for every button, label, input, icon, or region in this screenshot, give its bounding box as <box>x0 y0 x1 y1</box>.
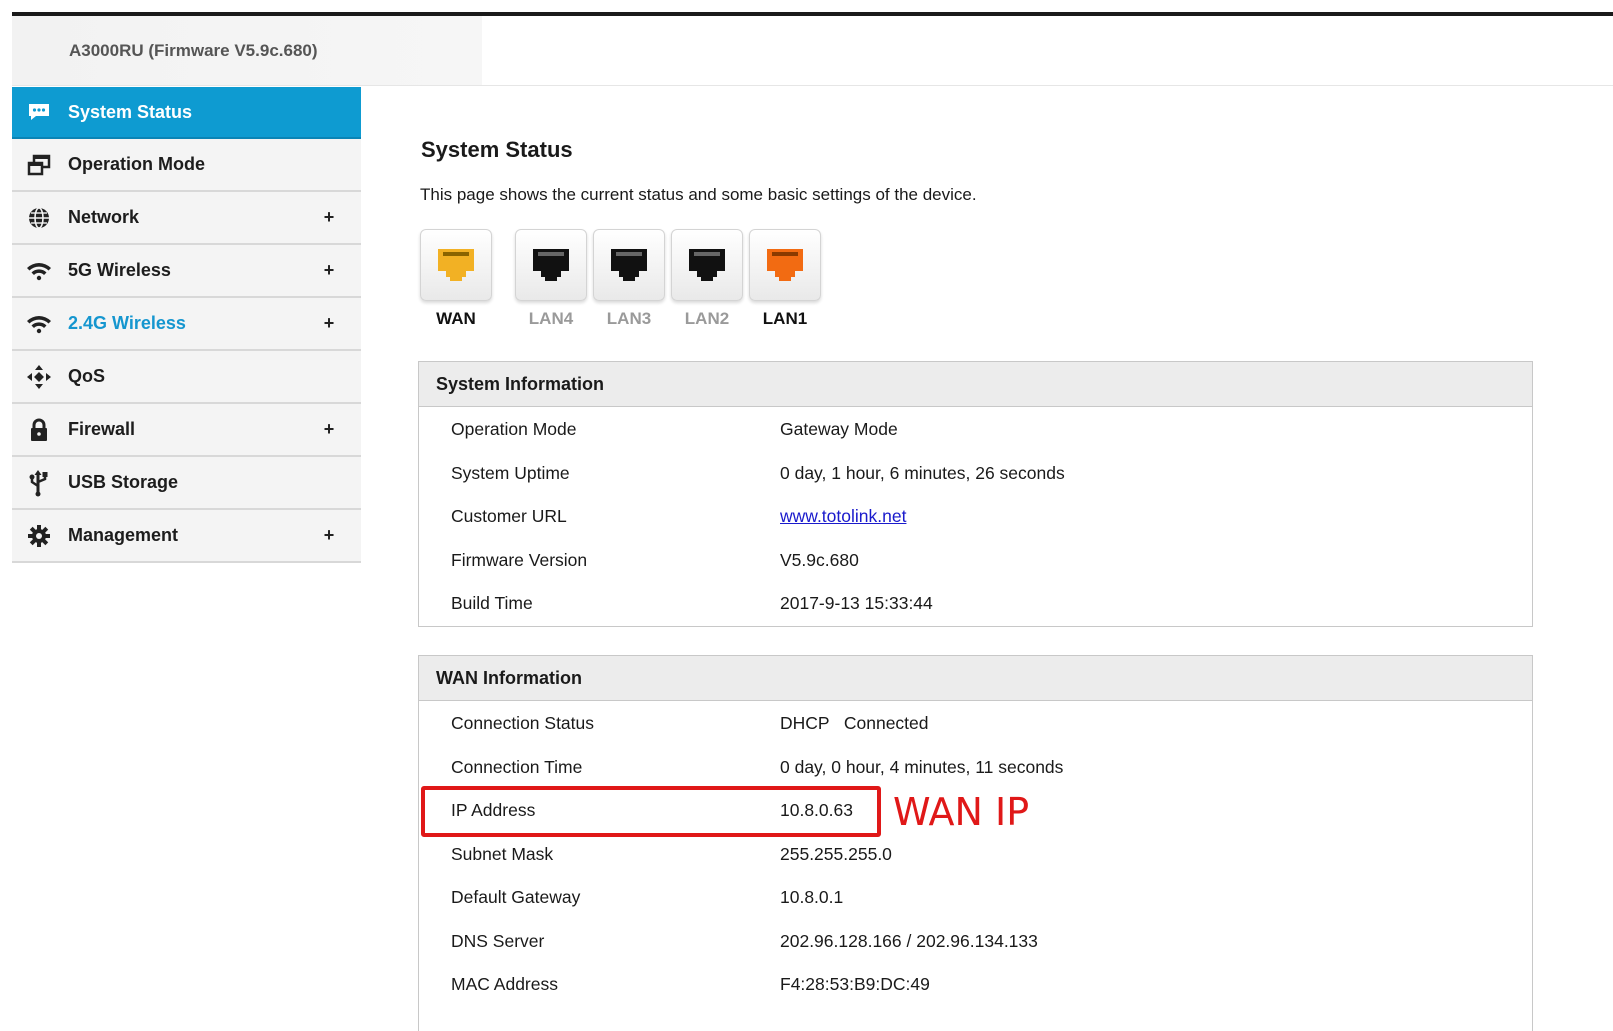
port-label-wan: WAN <box>436 309 476 328</box>
expand-plus-icon[interactable]: + <box>321 525 337 546</box>
row-label: MAC Address <box>451 974 558 994</box>
row-value: Gateway Mode <box>780 419 898 439</box>
section-heading: WAN Information <box>419 656 1532 701</box>
chat-icon <box>26 99 52 125</box>
table-row: DNS Server 202.96.128.166 / 202.96.134.1… <box>419 919 1532 963</box>
ethernet-port-icon <box>420 229 492 301</box>
row-label: Firmware Version <box>451 549 588 570</box>
expand-plus-icon[interactable]: + <box>321 419 337 440</box>
globe-icon <box>26 205 52 231</box>
table-row: Default Gateway 10.8.0.1 <box>419 875 1532 919</box>
sidebar-item-label: Management <box>68 525 179 545</box>
wifi-icon <box>26 258 52 284</box>
sidebar-menu: System Status Operation Mode Network + 5… <box>12 87 361 563</box>
sidebar-item-label: USB Storage <box>68 472 179 492</box>
windows-icon <box>26 152 52 178</box>
ethernet-port-icon <box>593 229 665 301</box>
table-row: Connection Status DHCP Connected <box>419 701 1532 745</box>
gear-icon <box>26 523 52 549</box>
port-label-lan2: LAN2 <box>684 309 730 328</box>
qos-arrows-icon <box>26 364 52 390</box>
router-admin-page: A3000RU (Firmware V5.9c.680) System Stat… <box>0 0 1613 1031</box>
row-value: 10.8.0.1 <box>780 887 844 907</box>
table-row: Firmware Version V5.9c.680 <box>419 538 1532 582</box>
sidebar-item-qos[interactable]: QoS <box>12 351 361 404</box>
row-value: 0 day, 0 hour, 4 minutes, 11 seconds <box>780 756 1064 777</box>
customer-url-link[interactable]: www.totolink.net <box>780 506 906 526</box>
port-label-lan1: LAN1 <box>762 309 808 328</box>
sidebar-item-label: Firewall <box>68 419 136 439</box>
usb-icon <box>26 469 52 496</box>
device-firmware-title: A3000RU (Firmware V5.9c.680) <box>69 41 318 60</box>
port-label-lan3: LAN3 <box>606 309 652 328</box>
ethernet-port-icon <box>515 229 587 301</box>
sidebar-item-label: System Status <box>68 101 193 122</box>
expand-plus-icon[interactable]: + <box>321 313 337 334</box>
row-label: Subnet Mask <box>451 843 554 864</box>
row-value: DHCP Connected <box>780 713 929 733</box>
port-label-lan4: LAN4 <box>528 309 574 328</box>
expand-plus-icon[interactable]: + <box>321 207 337 228</box>
wan-information-panel: WAN Information Connection Status DHCP C… <box>418 655 1533 1031</box>
sidebar-item-24g-wireless[interactable]: 2.4G Wireless + <box>12 298 361 351</box>
sidebar-item-label: 5G Wireless <box>68 260 171 280</box>
row-label: Connection Status <box>451 713 595 733</box>
row-label: DNS Server <box>451 930 545 951</box>
port-status-panel: WAN LAN4 LAN3 LAN2 LAN1 <box>420 229 840 339</box>
sidebar-item-label: Network <box>68 207 140 227</box>
system-information-panel: System Information Operation Mode Gatewa… <box>418 361 1533 627</box>
section-heading: System Information <box>419 362 1532 407</box>
row-value: 202.96.128.166 / 202.96.134.133 <box>780 930 1038 951</box>
table-row: System Uptime 0 day, 1 hour, 6 minutes, … <box>419 451 1532 495</box>
table-row: MAC Address F4:28:53:B9:DC:49 <box>419 962 1532 1006</box>
page-title: System Status <box>421 137 573 162</box>
sidebar-item-management[interactable]: Management + <box>12 510 361 563</box>
row-value: F4:28:53:B9:DC:49 <box>780 974 930 994</box>
row-value: V5.9c.680 <box>780 549 859 570</box>
row-label: Customer URL <box>451 506 567 526</box>
sidebar-item-system-status[interactable]: System Status <box>12 87 361 139</box>
row-value: 0 day, 1 hour, 6 minutes, 26 seconds <box>780 462 1065 483</box>
ethernet-port-icon <box>749 229 821 301</box>
row-value: 255.255.255.0 <box>780 843 892 864</box>
lock-icon <box>26 417 52 443</box>
sidebar-item-label: QoS <box>68 366 106 386</box>
sidebar-item-firewall[interactable]: Firewall + <box>12 404 361 457</box>
sidebar-item-label: Operation Mode <box>68 154 206 174</box>
row-label: System Uptime <box>451 462 570 483</box>
row-label: Default Gateway <box>451 887 581 907</box>
table-row: Subnet Mask 255.255.255.0 <box>419 832 1532 876</box>
table-row: Customer URL www.totolink.net <box>419 494 1532 538</box>
row-label: Connection Time <box>451 756 583 777</box>
row-value: 2017-9-13 15:33:44 <box>780 593 933 613</box>
row-label: Build Time <box>451 593 533 613</box>
expand-plus-icon[interactable]: + <box>321 260 337 281</box>
sidebar-item-usb-storage[interactable]: USB Storage <box>12 457 361 510</box>
page-description: This page shows the current status and s… <box>420 185 977 204</box>
table-row: Build Time 2017-9-13 15:33:44 <box>419 581 1532 625</box>
table-row: Connection Time 0 day, 0 hour, 4 minutes… <box>419 745 1532 789</box>
sidebar-item-network[interactable]: Network + <box>12 192 361 245</box>
wan-ip-annotation: WAN IP <box>893 790 1030 834</box>
ethernet-port-icon <box>671 229 743 301</box>
sidebar-item-label: 2.4G Wireless <box>68 313 186 333</box>
row-label: Operation Mode <box>451 419 577 439</box>
wifi-icon <box>26 311 52 337</box>
sidebar-item-operation-mode[interactable]: Operation Mode <box>12 139 361 192</box>
row-value: www.totolink.net <box>780 506 906 527</box>
table-row: Operation Mode Gateway Mode <box>419 407 1532 451</box>
header-bar: A3000RU (Firmware V5.9c.680) <box>12 16 1613 86</box>
sidebar-item-5g-wireless[interactable]: 5G Wireless + <box>12 245 361 298</box>
ip-address-highlight-box <box>421 786 881 837</box>
